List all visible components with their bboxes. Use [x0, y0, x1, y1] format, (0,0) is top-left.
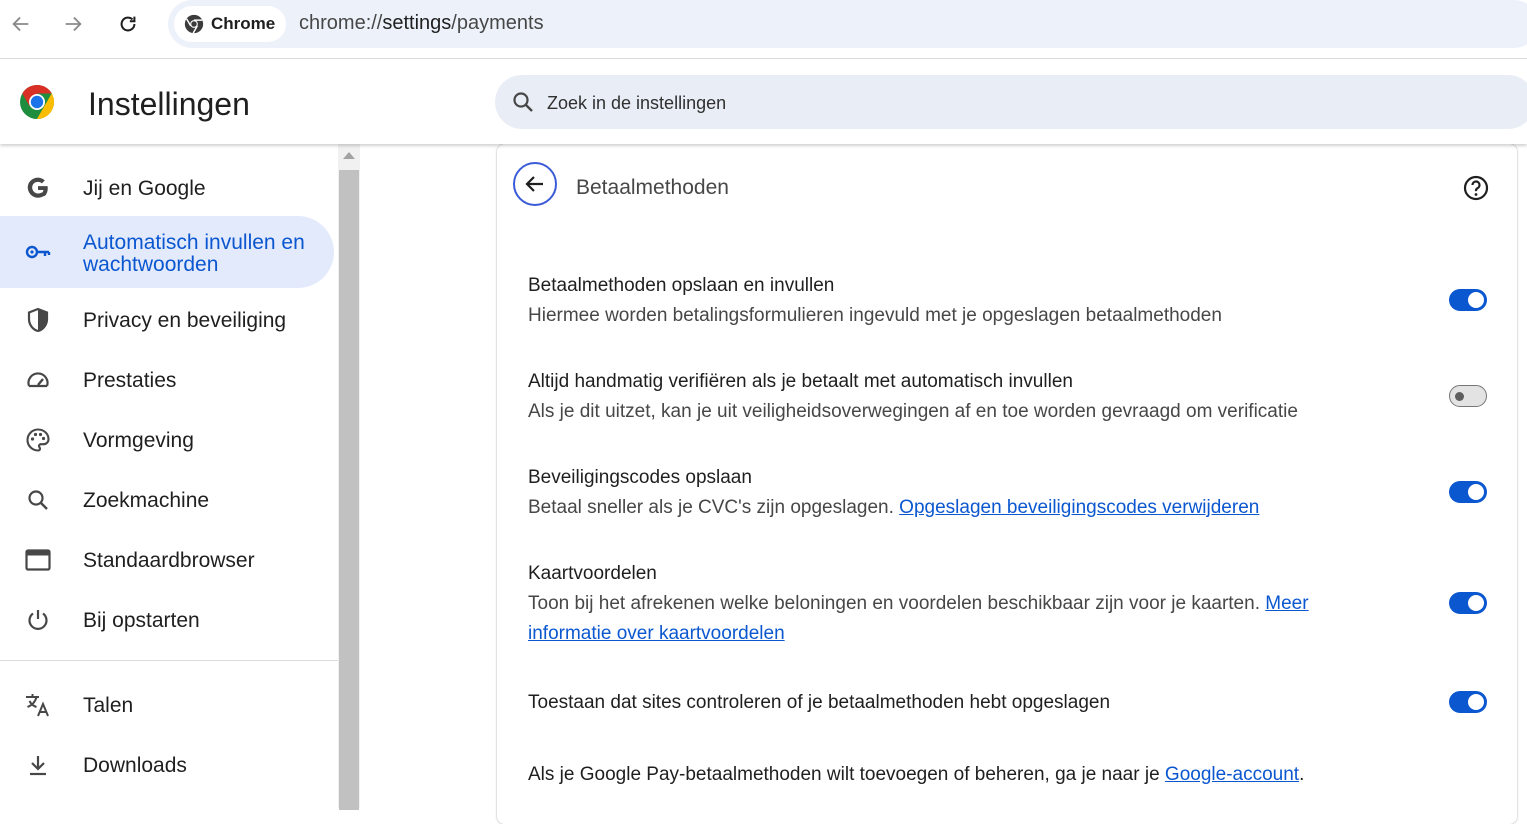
sidebar-item-label: Vormgeving: [83, 428, 194, 452]
url-scheme: chrome://: [299, 12, 383, 34]
toggle-save-fill-payments[interactable]: [1449, 289, 1487, 311]
search-input[interactable]: [545, 89, 1449, 117]
setting-description: Hiermee worden betalingsformulieren inge…: [528, 305, 1222, 326]
arrow-left-icon: [525, 176, 543, 192]
toggle-card-benefits[interactable]: [1449, 592, 1487, 614]
setting-title: Kaartvoordelen: [528, 563, 657, 584]
sidebar-item-label: Jij en Google: [83, 176, 206, 200]
sidebar-item-downloads[interactable]: Downloads: [0, 735, 334, 795]
search-icon: [513, 92, 533, 112]
site-info-chip[interactable]: Chrome: [174, 6, 286, 42]
sidebar-item-label: Bij opstarten: [83, 608, 200, 632]
palette-icon: [24, 426, 52, 454]
sidebar-item-label: Privacy en beveiliging: [83, 308, 287, 332]
arrow-right-icon: [65, 16, 82, 32]
setting-row-card-benefits: Kaartvoordelen Toon bij het afrekenen we…: [528, 559, 1348, 649]
url-host: settings: [382, 12, 452, 34]
sidebar-item-languages[interactable]: Talen: [0, 675, 334, 735]
speedometer-icon: [24, 366, 52, 394]
payment-methods-card: Betaalmethoden Betaalmethoden opslaan en…: [497, 144, 1517, 824]
sidebar-scrollbar[interactable]: [338, 144, 360, 810]
setting-description-text: Toon bij het afrekenen welke beloningen …: [528, 593, 1260, 614]
sidebar-item-appearance[interactable]: Vormgeving: [0, 410, 334, 470]
card-title: Betaalmethoden: [576, 176, 729, 199]
help-icon[interactable]: [1462, 174, 1490, 202]
settings-header: Instellingen: [0, 59, 1527, 144]
footer-period: .: [1299, 764, 1305, 785]
setting-description: Betaal sneller als je CVC's zijn opgesla…: [528, 493, 1488, 523]
chrome-logo-icon: [20, 85, 54, 119]
setting-title: Toestaan dat sites controleren of je bet…: [528, 692, 1111, 713]
setting-title: Beveiligingscodes opslaan: [528, 467, 752, 488]
reload-button[interactable]: [112, 8, 144, 40]
setting-description-text: Betaal sneller als je CVC's zijn opgesla…: [528, 497, 894, 518]
key-icon: [24, 238, 52, 266]
setting-row-save-security-codes: Beveiligingscodes opslaan Betaal sneller…: [528, 463, 1488, 523]
scroll-up-arrow-icon[interactable]: [343, 152, 355, 159]
sidebar-item-label: Automatisch invullen en wachtwoorden: [83, 231, 305, 276]
arrow-left-icon: [12, 16, 29, 32]
address-bar[interactable]: Chrome chrome://settings/payments: [168, 0, 1527, 48]
forward-nav-button[interactable]: [57, 8, 89, 40]
sidebar-divider: [0, 660, 338, 661]
back-nav-button[interactable]: [5, 8, 37, 40]
sidebar-item-label: Downloads: [83, 753, 187, 777]
chip-label: Chrome: [211, 14, 276, 33]
setting-title: Betaalmethoden opslaan en invullen: [528, 275, 835, 296]
sidebar-item-default-browser[interactable]: Standaardbrowser: [0, 530, 334, 590]
sidebar-item-privacy-security[interactable]: Privacy en beveiliging: [0, 290, 334, 350]
sidebar-item-performance[interactable]: Prestaties: [0, 350, 334, 410]
toggle-manual-verification[interactable]: [1449, 385, 1487, 407]
footer-text: Als je Google Pay-betaalmethoden wilt to…: [528, 764, 1160, 785]
sidebar-item-on-startup[interactable]: Bij opstarten: [0, 590, 334, 650]
sidebar-item-label: Zoekmachine: [83, 488, 210, 512]
setting-description: Toon bij het afrekenen welke beloningen …: [528, 589, 1348, 649]
translate-icon: [24, 691, 52, 719]
back-button[interactable]: [513, 162, 557, 206]
toggle-save-security-codes[interactable]: [1449, 481, 1487, 503]
url-text[interactable]: chrome://settings/payments: [299, 12, 544, 35]
power-icon: [24, 606, 52, 634]
browser-window-icon: [24, 546, 52, 574]
sidebar-item-search-engine[interactable]: Zoekmachine: [0, 470, 334, 530]
delete-security-codes-link[interactable]: Opgeslagen beveiligingscodes verwijderen: [899, 497, 1259, 518]
setting-title: Altijd handmatig verifiëren als je betaa…: [528, 371, 1073, 392]
url-path: /payments: [451, 12, 544, 34]
search-icon: [24, 486, 52, 514]
google-g-icon: [24, 174, 52, 202]
settings-sidebar: Jij en Google Automatisch invullen en wa…: [0, 144, 338, 808]
setting-row-sites-check-payments: Toestaan dat sites controleren of je bet…: [528, 688, 1488, 718]
download-icon: [24, 751, 52, 779]
sidebar-item-label: Standaardbrowser: [83, 548, 255, 572]
reload-icon: [120, 16, 136, 32]
browser-toolbar: Chrome chrome://settings/payments: [0, 0, 1527, 48]
sidebar-item-you-and-google[interactable]: Jij en Google: [0, 158, 334, 218]
setting-description: Als je dit uitzet, kan je uit veiligheid…: [528, 401, 1298, 422]
toggle-sites-check-payments[interactable]: [1449, 691, 1487, 713]
google-pay-footer: Als je Google Pay-betaalmethoden wilt to…: [528, 760, 1304, 790]
scroll-thumb[interactable]: [339, 170, 359, 810]
google-account-link[interactable]: Google-account: [1165, 764, 1299, 785]
shield-icon: [24, 306, 52, 334]
chrome-logo-icon: [183, 13, 205, 35]
setting-row-manual-verification: Altijd handmatig verifiëren als je betaa…: [528, 367, 1488, 427]
settings-search-box[interactable]: [495, 75, 1527, 129]
page-title: Instellingen: [88, 86, 250, 122]
sidebar-item-label: Talen: [83, 693, 134, 717]
sidebar-item-autofill-passwords[interactable]: Automatisch invullen en wachtwoorden: [0, 216, 334, 288]
setting-row-save-fill-payments: Betaalmethoden opslaan en invullen Hierm…: [528, 271, 1488, 331]
sidebar-item-label: Prestaties: [83, 368, 177, 392]
